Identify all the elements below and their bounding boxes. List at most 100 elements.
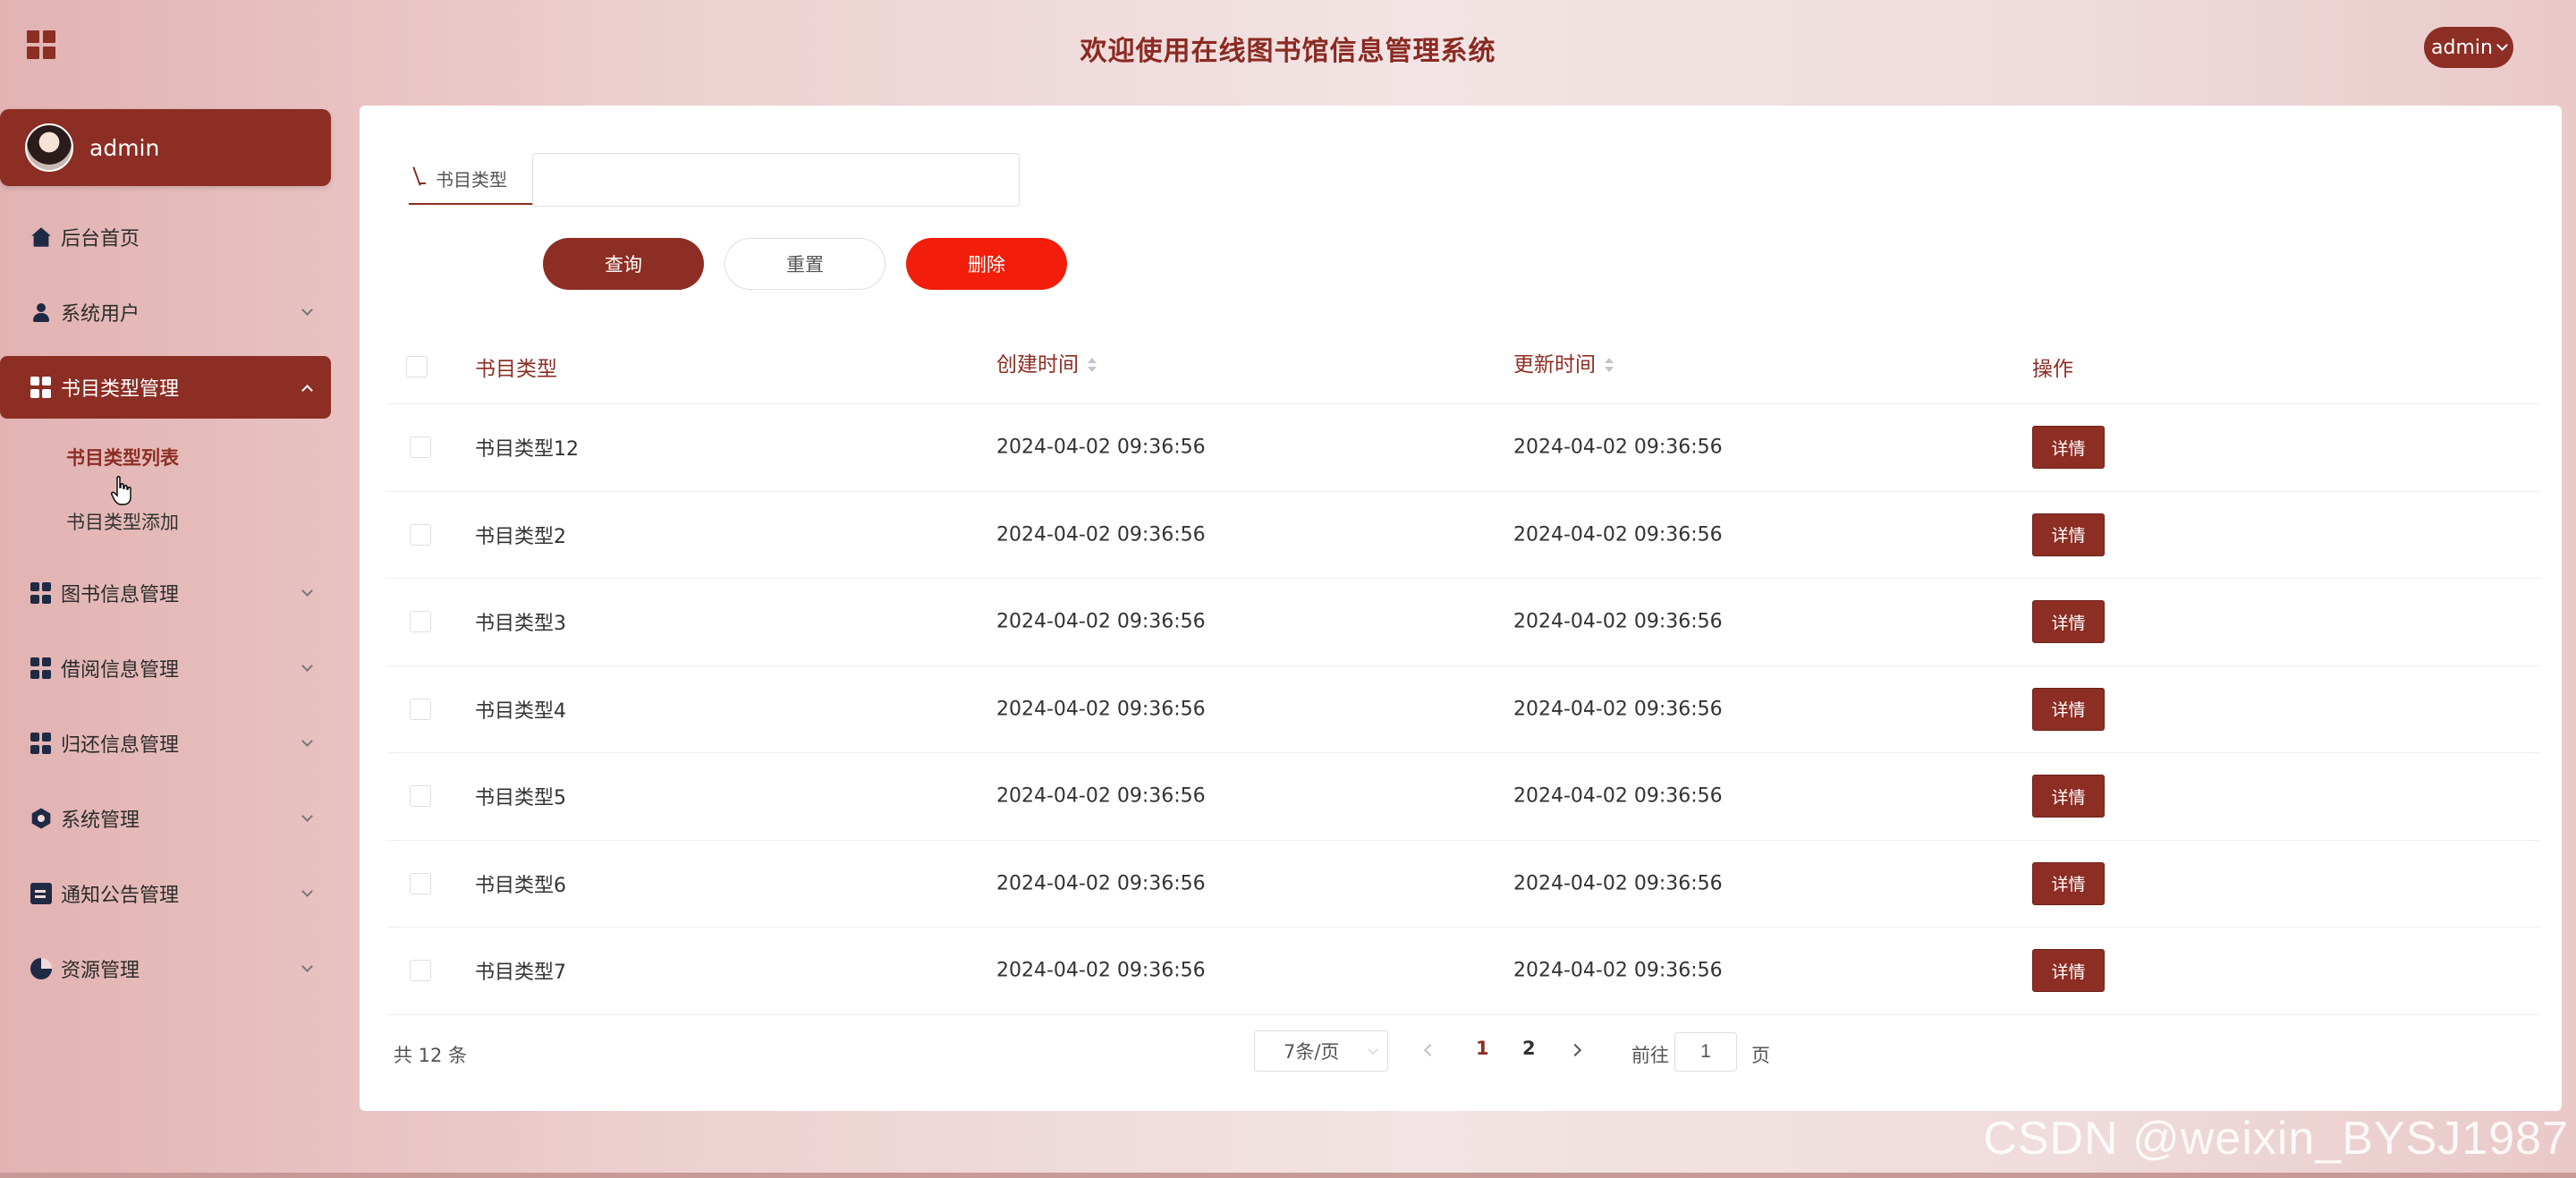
user-menu-button[interactable]: admin — [2424, 27, 2513, 68]
page-number-2[interactable]: 2 — [1522, 1038, 1536, 1059]
detail-button[interactable]: 详情 — [2032, 600, 2105, 644]
sidebar-item-borrow-management[interactable]: 借阅信息管理 — [0, 637, 331, 699]
row-checkbox-cell — [406, 523, 431, 546]
sidebar-item-label: 借阅信息管理 — [61, 659, 180, 682]
column-header-updated[interactable]: 更新时间 — [1513, 347, 1614, 377]
cell-created: 2024-04-02 09:36:56 — [996, 523, 1206, 547]
row-checkbox[interactable] — [410, 698, 431, 720]
search-label-text: 书目类型 — [436, 168, 507, 191]
detail-button[interactable]: 详情 — [2032, 426, 2105, 470]
cell-updated: 2024-04-02 09:36:56 — [1513, 959, 1723, 982]
select-all-checkbox[interactable] — [406, 355, 428, 377]
submenu-book-type: 书目类型列表 书目类型添加 — [0, 426, 331, 555]
prev-page-icon[interactable] — [1420, 1041, 1438, 1059]
sidebar-item-return-management[interactable]: 归还信息管理 — [0, 712, 331, 775]
watermark: CSDN @weixin_BYSJ1987 — [1983, 1113, 2569, 1165]
app-title: 欢迎使用在线图书馆信息管理系统 — [1080, 36, 1496, 67]
sidebar-item-notice-management[interactable]: 通知公告管理 — [0, 862, 331, 925]
delete-button[interactable]: 删除 — [906, 238, 1067, 290]
column-header-created[interactable]: 创建时间 — [996, 347, 1097, 377]
chevron-down-icon — [1368, 1044, 1378, 1055]
page-size-select[interactable]: 7条/页 — [1254, 1030, 1388, 1072]
cell-type: 书目类型5 — [475, 787, 566, 810]
submenu-item-book-type-add[interactable]: 书目类型添加 — [0, 490, 331, 555]
row-checkbox-cell — [406, 436, 431, 459]
sidebar-item-book-info-management[interactable]: 图书信息管理 — [0, 562, 331, 624]
chevron-down-icon — [301, 660, 313, 672]
pagination: 共 12 条 7条/页 1 2 前往 页 — [360, 1025, 2562, 1079]
column-header-label: 创建时间 — [996, 352, 1079, 377]
table-row: 书目类型2 2024-04-02 09:36:56 2024-04-02 09:36… — [386, 492, 2540, 579]
table-header: 书目类型 创建时间 更新时间 操作 — [386, 329, 2540, 404]
cell-created: 2024-04-02 09:36:56 — [996, 436, 1206, 459]
sort-icon[interactable] — [1088, 358, 1097, 373]
row-checkbox[interactable] — [410, 611, 431, 633]
row-actions: 详情 — [2032, 949, 2105, 993]
column-header-actions: 操作 — [2032, 357, 2073, 381]
cell-created: 2024-04-02 09:36:56 — [996, 784, 1206, 808]
row-actions: 详情 — [2032, 513, 2105, 556]
submenu-item-book-type-list[interactable]: 书目类型列表 — [0, 426, 331, 490]
bottom-strip — [0, 1173, 2576, 1178]
cell-updated: 2024-04-02 09:36:56 — [1513, 523, 1723, 547]
row-checkbox[interactable] — [410, 436, 431, 459]
chevron-down-icon — [301, 735, 313, 747]
sidebar-menu: 后台首页 系统用户 书目类型管理 书目类型列表 书目类型添加 图书信息管理 借阅… — [0, 206, 331, 1000]
table-row: 书目类型3 2024-04-02 09:36:56 2024-04-02 09:36… — [386, 579, 2540, 666]
detail-button[interactable]: 详情 — [2032, 949, 2105, 993]
profile-name: admin — [89, 134, 160, 161]
profile-card: admin — [0, 109, 331, 186]
cell-created: 2024-04-02 09:36:56 — [996, 872, 1206, 895]
detail-button[interactable]: 详情 — [2032, 775, 2105, 818]
table-body: 书目类型12 2024-04-02 09:36:56 2024-04-02 09:3… — [386, 404, 2540, 1015]
chevron-up-icon — [301, 385, 313, 396]
row-checkbox[interactable] — [410, 872, 431, 894]
chevron-down-icon — [301, 304, 313, 316]
chevron-down-icon — [301, 585, 313, 597]
sidebar-item-system-users[interactable]: 系统用户 — [0, 281, 331, 343]
cell-type: 书目类型2 — [475, 525, 566, 548]
cell-created: 2024-04-02 09:36:56 — [996, 610, 1206, 633]
book-type-search-input[interactable] — [532, 153, 1020, 207]
row-checkbox-cell — [406, 611, 431, 633]
row-checkbox[interactable] — [410, 523, 431, 546]
detail-button[interactable]: 详情 — [2032, 513, 2105, 556]
detail-button[interactable]: 详情 — [2032, 687, 2105, 731]
cell-updated: 2024-04-02 09:36:56 — [1513, 698, 1723, 721]
detail-button[interactable]: 详情 — [2032, 861, 2105, 905]
next-page-icon[interactable] — [1569, 1041, 1587, 1059]
chevron-down-icon — [301, 961, 313, 972]
search-label: 书目类型 — [409, 153, 534, 205]
pie-chart-icon — [30, 958, 52, 979]
avatar — [25, 123, 73, 172]
dashboard-icon — [30, 582, 52, 604]
cell-type: 书目类型3 — [475, 613, 566, 636]
sidebar-item-label: 系统用户 — [61, 303, 140, 326]
sidebar-item-home[interactable]: 后台首页 — [0, 206, 331, 268]
total-count: 共 12 条 — [394, 1045, 468, 1066]
row-checkbox[interactable] — [410, 960, 431, 982]
query-button[interactable]: 查询 — [543, 238, 704, 290]
sidebar-item-system-management[interactable]: 系统管理 — [0, 787, 331, 850]
dashboard-icon — [30, 377, 52, 398]
cell-updated: 2024-04-02 09:36:56 — [1513, 436, 1723, 459]
cell-created: 2024-04-02 09:36:56 — [996, 959, 1206, 982]
page-number-1[interactable]: 1 — [1476, 1038, 1489, 1059]
chevron-down-icon — [301, 886, 313, 897]
row-checkbox-cell — [406, 960, 431, 982]
home-icon — [31, 227, 51, 247]
goto-page-input[interactable] — [1674, 1032, 1737, 1072]
column-header-type: 书目类型 — [475, 357, 557, 381]
sidebar-item-book-type-management[interactable]: 书目类型管理 — [0, 356, 331, 419]
cell-created: 2024-04-02 09:36:56 — [996, 698, 1206, 721]
sort-icon[interactable] — [1605, 358, 1614, 373]
goto-label: 前往 — [1631, 1045, 1669, 1066]
select-all-cell — [406, 355, 428, 377]
cell-type: 书目类型7 — [475, 962, 566, 985]
reset-button[interactable]: 重置 — [724, 238, 886, 290]
row-checkbox[interactable] — [410, 785, 431, 808]
row-actions: 详情 — [2032, 426, 2105, 470]
book-type-table: 书目类型 创建时间 更新时间 操作 书目类型12 2024-04-02 09:36… — [386, 329, 2540, 1015]
sidebar-item-resource-management[interactable]: 资源管理 — [0, 937, 331, 1000]
content-panel: 书目类型 查询 重置 删除 书目类型 创建时间 更新时间 操作 书目类型12 20… — [360, 106, 2562, 1111]
